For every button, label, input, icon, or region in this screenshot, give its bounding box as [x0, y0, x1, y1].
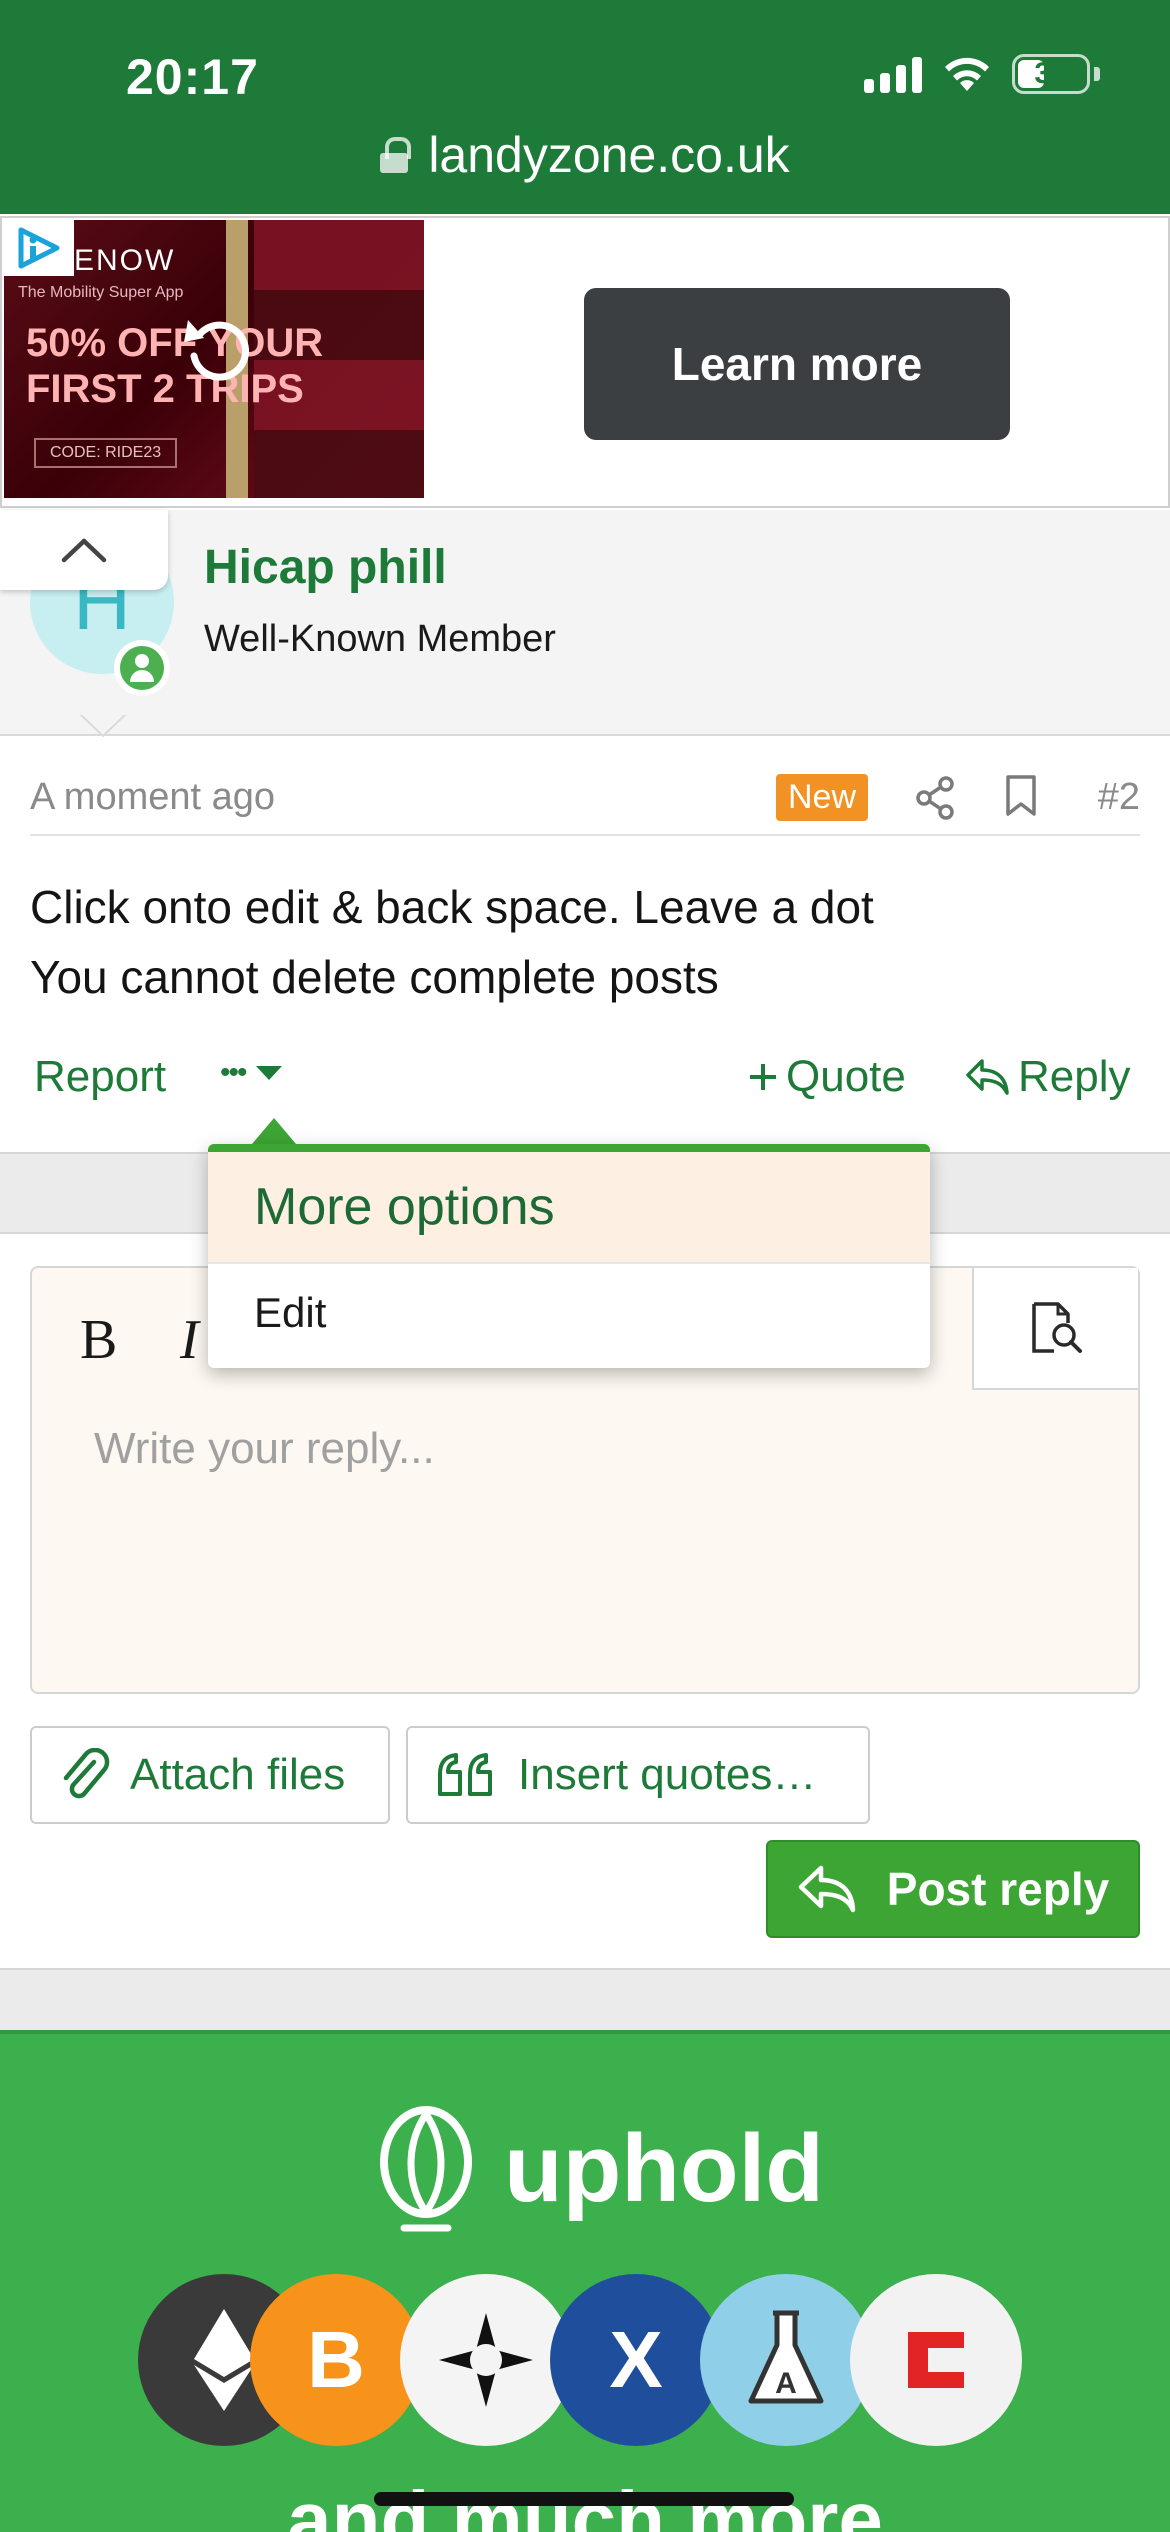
replay-icon[interactable] [180, 312, 254, 386]
ad-banner-top[interactable]: ENOW The Mobility Super App 50% OFF YOUR… [0, 216, 1170, 508]
ad-tagline: The Mobility Super App [18, 284, 184, 301]
online-status-icon [114, 640, 170, 696]
post-actions-bar: Report ••• Quote Reply [30, 1052, 1140, 1112]
reply-arrow-icon [798, 1865, 856, 1913]
xdc-icon: X [550, 2274, 722, 2446]
address-bar[interactable]: landyzone.co.uk [0, 126, 1170, 184]
lock-icon [380, 137, 412, 173]
flask-icon: A [700, 2274, 872, 2446]
ad-offer-line1: 50% OFF YOUR [26, 321, 324, 365]
author-pointer [80, 714, 126, 738]
post-body-line: Click onto edit & back space. Leave a do… [30, 881, 874, 933]
attach-files-button[interactable]: Attach files [30, 1726, 390, 1824]
crypto-coins: B X A [138, 2274, 1038, 2454]
reply-link[interactable]: Reply [964, 1052, 1131, 1102]
quote-label: Quote [786, 1052, 906, 1101]
adchoices-icon[interactable] [4, 220, 74, 276]
wifi-icon [942, 55, 992, 93]
insert-quotes-label: Insert quotes… [518, 1750, 817, 1799]
post-timestamp[interactable]: A moment ago [30, 776, 275, 819]
quant-icon [400, 2274, 572, 2446]
plus-icon [750, 1064, 776, 1090]
more-options-toggle[interactable]: ••• [220, 1056, 284, 1090]
section-separator [0, 1968, 1170, 2030]
home-indicator[interactable] [374, 2492, 794, 2506]
share-icon[interactable] [914, 776, 956, 820]
uphold-logo: uphold [376, 2104, 824, 2234]
member-title: Well-Known Member [204, 618, 556, 660]
chevron-up-icon [61, 538, 107, 563]
post-body-line: You cannot delete complete posts [30, 951, 719, 1003]
collapse-ad-button[interactable] [0, 510, 168, 590]
browser-top-bar: 20:17 37 landyzone.co.uk [0, 0, 1170, 214]
ellipsis-icon: ••• [220, 1056, 247, 1089]
learn-more-button[interactable]: Learn more [584, 288, 1010, 440]
member-name-link[interactable]: Hicap phill [204, 540, 447, 595]
post-author-header: H Hicap phill Well-Known Member [0, 510, 1170, 736]
post-content: Click onto edit & back space. Leave a do… [30, 872, 874, 1012]
uphold-brand: uphold [504, 2115, 824, 2222]
reply-textarea-placeholder[interactable]: Write your reply... [94, 1424, 435, 1474]
menu-item-edit[interactable]: Edit [208, 1264, 930, 1362]
quote-marks-icon [438, 1753, 492, 1796]
ad-offer-line2: FIRST 2 TRIPS [26, 367, 304, 411]
reply-label: Reply [1018, 1052, 1131, 1101]
bookmark-icon[interactable] [1004, 774, 1038, 818]
svg-text:A: A [775, 2367, 797, 2400]
insert-quotes-button[interactable]: Insert quotes… [406, 1726, 870, 1824]
battery-level: 37 [1034, 57, 1068, 90]
coin-c-icon [850, 2274, 1022, 2446]
ad-code: CODE: RIDE23 [34, 438, 178, 468]
cellular-signal-icon [864, 55, 922, 93]
paperclip-icon [63, 1748, 110, 1799]
attach-files-label: Attach files [130, 1750, 346, 1799]
bitcoin-icon: B [250, 2274, 422, 2446]
report-link[interactable]: Report [34, 1052, 166, 1102]
preview-button[interactable] [972, 1268, 1138, 1390]
caret-down-icon [255, 1066, 282, 1080]
ad-offer: 50% OFF YOUR FIRST 2 TRIPS [26, 320, 323, 412]
uphold-logo-icon [380, 2106, 472, 2232]
post-reply-label: Post reply [886, 1863, 1110, 1915]
url-text: landyzone.co.uk [428, 127, 790, 183]
ad-banner-bottom[interactable]: uphold B X A and much more [0, 2030, 1170, 2532]
ad-brand: ENOW [74, 244, 176, 277]
italic-button[interactable]: I [180, 1308, 199, 1372]
status-icons: 37 [864, 54, 1100, 94]
battery-icon: 37 [1012, 54, 1090, 94]
new-badge: New [776, 774, 869, 821]
post-meta-row: A moment ago New #2 [30, 772, 1140, 836]
post-number-link[interactable]: #2 [1098, 776, 1140, 819]
document-search-icon [1032, 1302, 1082, 1353]
quote-link[interactable]: Quote [748, 1052, 906, 1102]
post-reply-button[interactable]: Post reply [766, 1840, 1140, 1938]
menu-arrow [252, 1118, 296, 1144]
bold-button[interactable]: B [80, 1308, 117, 1372]
more-options-menu: More options Edit [208, 1144, 930, 1368]
menu-header: More options [208, 1152, 930, 1264]
status-time: 20:17 [126, 49, 259, 105]
reply-arrow-icon [966, 1059, 1009, 1095]
